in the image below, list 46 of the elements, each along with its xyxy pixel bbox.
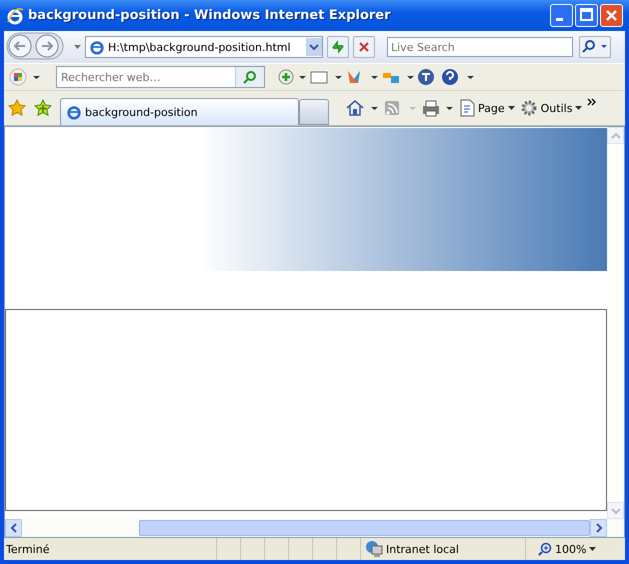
horizontal-scrollbar[interactable] xyxy=(5,519,624,537)
printer-icon[interactable] xyxy=(421,98,455,118)
scroll-right-button[interactable] xyxy=(590,519,607,537)
chevron-icon[interactable] xyxy=(587,98,598,108)
refresh-icon xyxy=(330,39,346,55)
close-button[interactable] xyxy=(600,4,623,27)
search-button[interactable] xyxy=(235,67,264,87)
windows-logo-icon[interactable] xyxy=(8,67,42,87)
caret-icon xyxy=(589,547,598,551)
dropdown-arrow-icon[interactable] xyxy=(74,45,81,49)
stop-button[interactable] xyxy=(353,36,375,58)
plus-icon[interactable] xyxy=(277,68,307,86)
minimize-button[interactable] xyxy=(550,4,573,27)
favorites-star-icon[interactable] xyxy=(8,99,26,117)
caret-icon xyxy=(575,106,584,110)
search-button[interactable] xyxy=(579,36,611,58)
browser-tab[interactable]: background-position xyxy=(60,98,299,125)
scroll-left-button[interactable] xyxy=(5,519,22,537)
tools-menu-button[interactable]: Outils xyxy=(520,99,584,117)
refresh-button[interactable] xyxy=(327,36,349,58)
help-icon[interactable] xyxy=(441,68,475,86)
zoom-button[interactable]: 100% xyxy=(525,538,625,560)
add-favorite-icon[interactable] xyxy=(34,99,52,117)
page-icon xyxy=(89,39,105,55)
document-icon xyxy=(459,99,475,117)
window-title: background-position - Windows Internet Explorer xyxy=(28,8,392,23)
network-icon xyxy=(365,540,383,558)
gear-icon xyxy=(520,99,538,117)
new-tab-button[interactable] xyxy=(299,99,329,125)
minimize-icon xyxy=(556,18,563,21)
search-icon xyxy=(243,70,257,84)
address-field[interactable]: H:\tmp\background-position.html xyxy=(85,36,323,58)
home-icon[interactable] xyxy=(345,98,379,118)
status-text: Terminé xyxy=(5,542,50,556)
search-field[interactable]: Live Search xyxy=(387,37,573,57)
search-icon xyxy=(581,39,609,55)
page-menu-button[interactable]: Page xyxy=(459,99,516,117)
scroll-thumb[interactable] xyxy=(139,520,590,536)
security-zone-label: Intranet local xyxy=(386,542,459,556)
feed-icon xyxy=(383,98,417,118)
browser-logo-icon xyxy=(6,6,24,24)
web-search-field[interactable]: Rechercher web… xyxy=(56,66,265,88)
caret-icon xyxy=(508,106,516,110)
maximize-button[interactable] xyxy=(575,4,598,27)
page-icon xyxy=(66,104,82,120)
zoom-icon xyxy=(538,542,552,556)
